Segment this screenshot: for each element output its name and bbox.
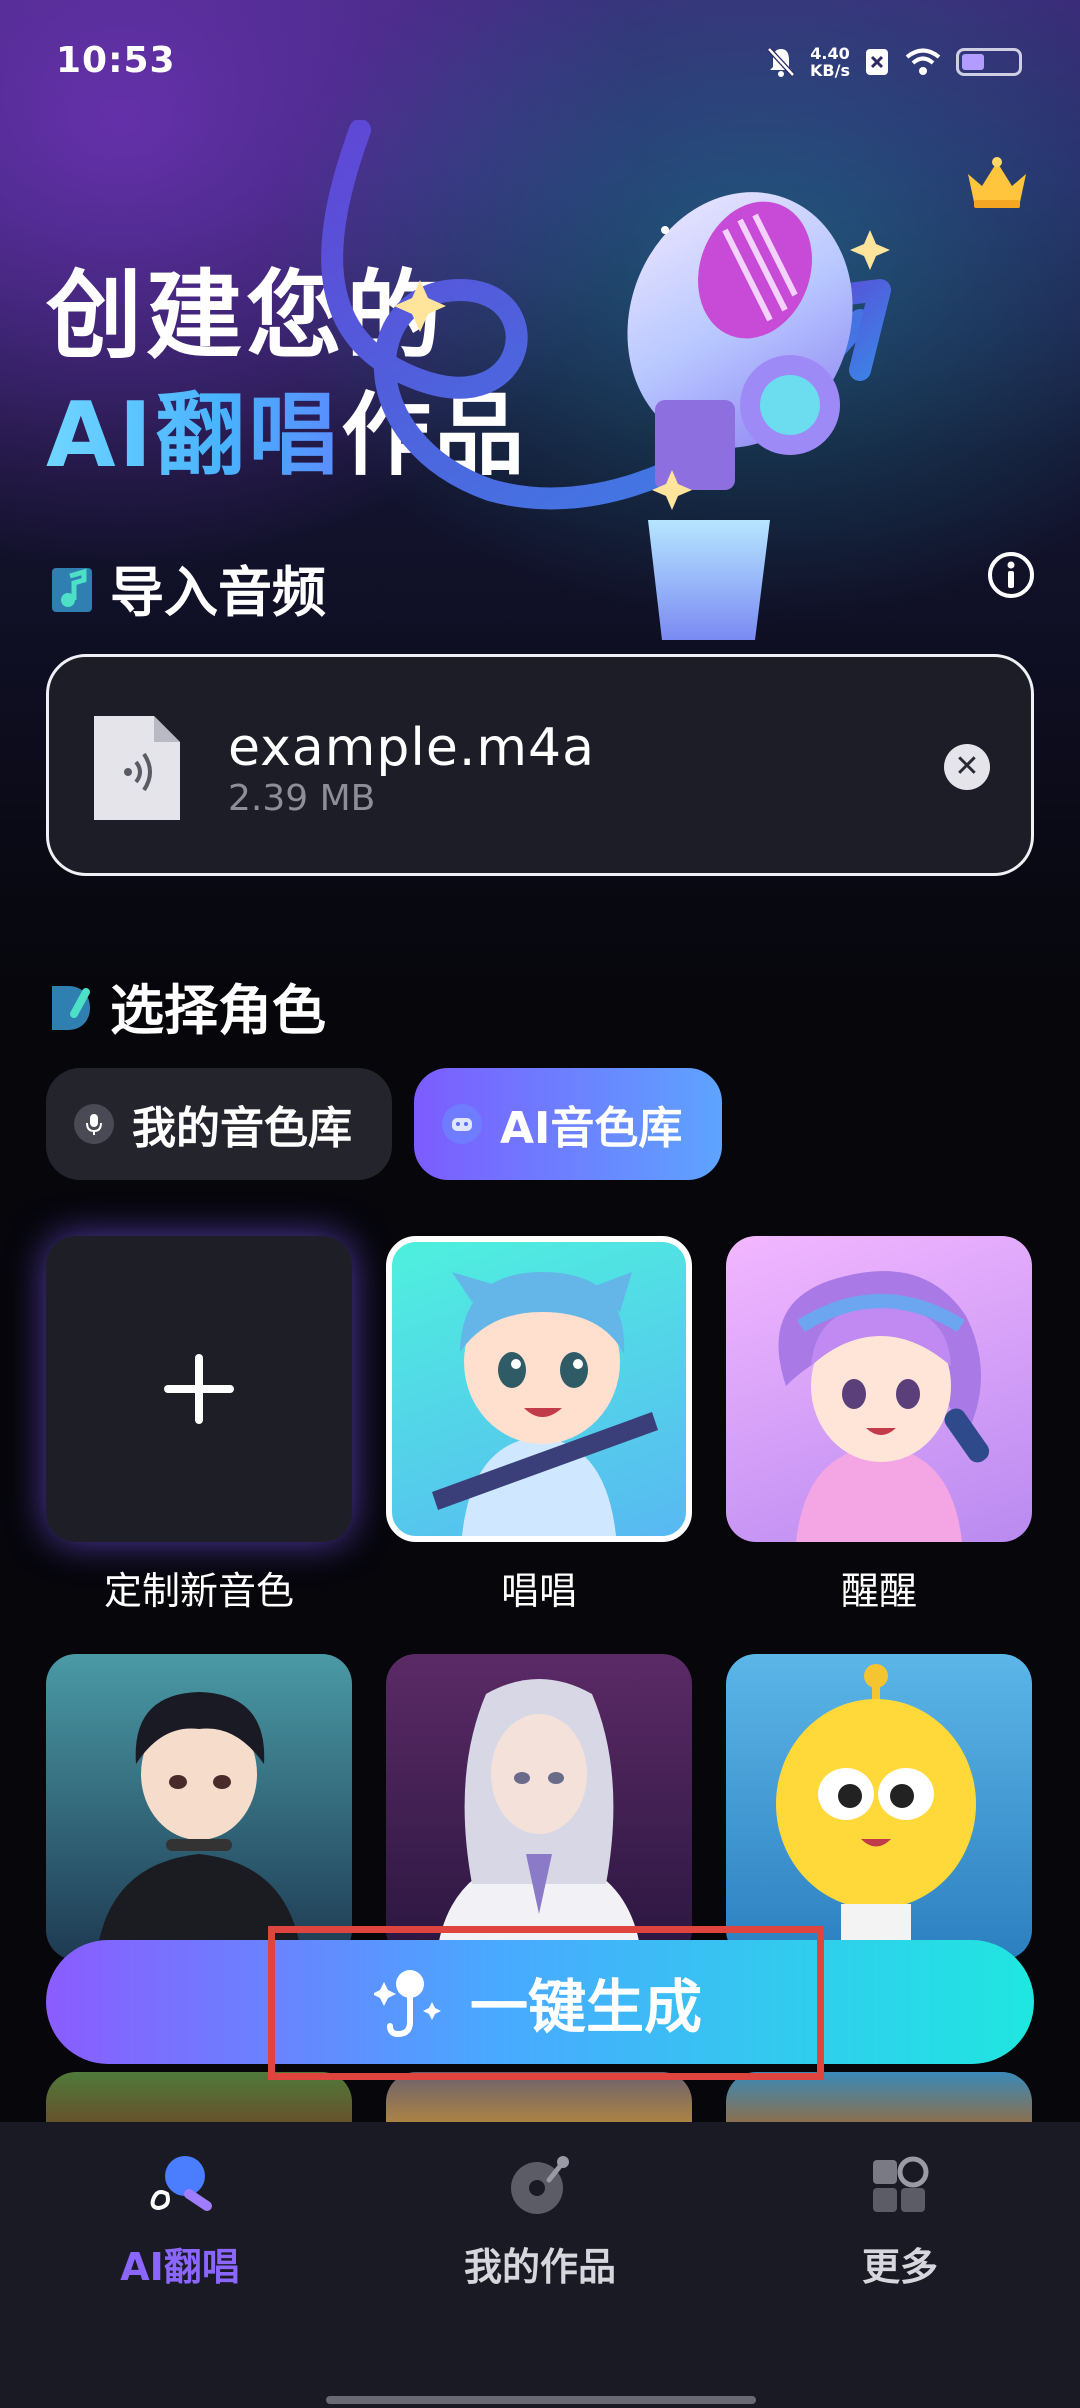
tab-my-voice-library[interactable]: 我的音色库 — [46, 1068, 392, 1180]
remove-file-button[interactable]: ✕ — [944, 744, 990, 790]
avatar-6 — [776, 1664, 976, 1960]
wifi-icon — [905, 48, 941, 75]
pen-icon — [52, 985, 90, 1030]
nav-item-my-works-label: 我的作品 — [463, 2245, 616, 2289]
tab-my-voice-library-label: 我的音色库 — [132, 1103, 352, 1154]
microphone-icon — [150, 2156, 212, 2211]
battery-icon — [956, 48, 1022, 76]
voice-tile-5[interactable] — [386, 1654, 692, 1960]
select-role-title: 选择角色 — [110, 979, 326, 1042]
voice-tile-xingxing[interactable] — [726, 1236, 1032, 1542]
file-name: example.m4a — [228, 718, 595, 778]
nav-item-ai-cover[interactable]: AI翻唱 — [30, 2150, 330, 2291]
voice-label-xingxing: 醒醒 — [840, 1569, 917, 1613]
voice-tile-changchang[interactable] — [386, 1236, 692, 1542]
file-size: 2.39 MB — [228, 778, 376, 819]
mute-bell-icon — [767, 47, 795, 77]
import-audio-title: 导入音频 — [110, 561, 326, 624]
select-role-header: 选择角色 — [50, 966, 326, 1045]
custom-voice-tile[interactable] — [46, 1236, 352, 1542]
tab-ai-voice-library[interactable]: AI音色库 — [414, 1068, 722, 1180]
microphone-illustration — [321, 120, 891, 640]
nav-item-my-works[interactable]: 我的作品 — [390, 2150, 690, 2291]
audio-file-icon — [94, 716, 180, 820]
avatar-changchang — [432, 1272, 658, 1536]
custom-voice-label: 定制新音色 — [103, 1569, 294, 1613]
highlight-box — [268, 1926, 824, 2080]
info-icon[interactable] — [986, 550, 1036, 600]
plus-icon — [164, 1354, 234, 1424]
sim-blocked-icon — [866, 49, 888, 75]
hero-highlight: AI翻唱 — [46, 383, 342, 488]
avatar-4 — [96, 1692, 302, 1960]
network-speed: 4.40 KB/s — [810, 44, 850, 80]
nav-item-more[interactable]: 更多 — [750, 2150, 1050, 2291]
close-icon: ✕ — [954, 749, 980, 784]
grid-more-icon — [873, 2156, 929, 2212]
voice-tile-6[interactable] — [726, 1654, 1032, 1960]
music-note-icon — [52, 567, 92, 612]
robot-icon — [442, 1104, 482, 1144]
nav-item-ai-cover-label: AI翻唱 — [120, 2245, 240, 2289]
microphone-icon — [74, 1104, 114, 1144]
status-time: 10:53 — [56, 40, 176, 81]
avatar-xingxing — [778, 1271, 990, 1542]
import-audio-header: 导入音频 — [50, 548, 326, 627]
tab-ai-voice-library-label: AI音色库 — [500, 1103, 683, 1154]
voice-tile-4[interactable] — [46, 1654, 352, 1960]
nav-item-more-label: 更多 — [861, 2245, 938, 2289]
avatar-5 — [436, 1679, 642, 1960]
voice-label-changchang: 唱唱 — [500, 1569, 577, 1613]
home-indicator[interactable] — [326, 2396, 756, 2404]
record-disc-icon — [511, 2156, 569, 2214]
status-icons: 4.40 KB/s — [766, 40, 1022, 84]
